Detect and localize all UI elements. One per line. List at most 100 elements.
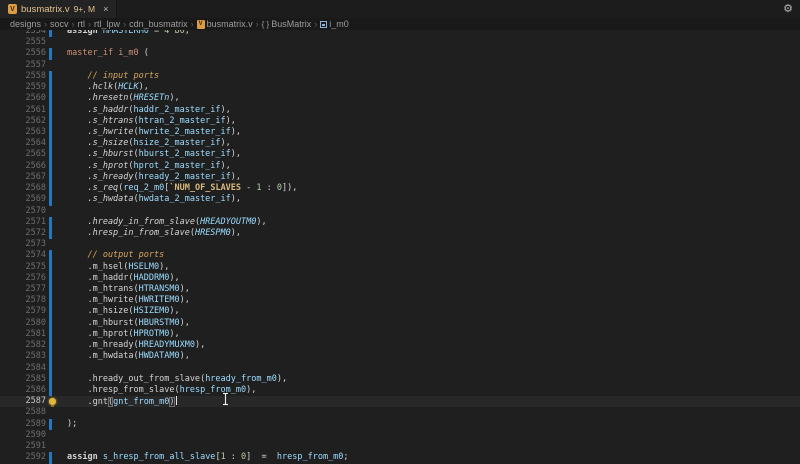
verilog-file-icon: V xyxy=(197,20,205,29)
code-line[interactable]: 2559.hclk(HCLK), xyxy=(0,82,800,93)
code-line[interactable]: 2563.s_hwrite(hwrite_2_master_if), xyxy=(0,127,800,138)
tab-label: busmatrix.v xyxy=(21,4,70,15)
code-line[interactable]: 2582.m_hready(HREADYMUXM0), xyxy=(0,340,800,351)
code-line[interactable]: 2566.s_hprot(hprot_2_master_if), xyxy=(0,161,800,172)
code-line[interactable]: 2590 xyxy=(0,430,800,441)
gutter-margin xyxy=(46,419,67,430)
breadcrumb-separator: › xyxy=(88,19,91,29)
code-line[interactable]: 2570 xyxy=(0,206,800,217)
code-line[interactable]: 2576.m_haddr(HADDRM0), xyxy=(0,273,800,284)
code-line[interactable]: 2562.s_htrans(htran_2_master_if), xyxy=(0,116,800,127)
code-line[interactable]: 2554assign HMASTERM0 = 4'b0; xyxy=(0,30,800,37)
line-number: 2587 xyxy=(0,396,46,407)
code-text: .s_hwdata(hwdata_2_master_if), xyxy=(67,194,241,205)
git-modified-indicator xyxy=(49,183,52,194)
code-line[interactable]: 2560.hresetn(HRESETn), xyxy=(0,93,800,104)
code-line[interactable]: 2584 xyxy=(0,363,800,374)
tab-dirty-decoration: 9+, M xyxy=(74,4,96,14)
code-line[interactable]: 2579.m_hsize(HSIZEM0), xyxy=(0,306,800,317)
git-modified-indicator xyxy=(49,250,52,261)
code-text: .s_req(req_2_m0[`NUM_OF_SLAVES - 1 : 0])… xyxy=(67,183,297,194)
code-line[interactable]: 2568.s_req(req_2_m0[`NUM_OF_SLAVES - 1 :… xyxy=(0,183,800,194)
line-number: 2581 xyxy=(0,329,46,340)
breadcrumb-item-cdn-busmatrix[interactable]: cdn_busmatrix xyxy=(129,19,188,29)
code-line[interactable]: 2556master_if i_m0 ( xyxy=(0,48,800,59)
git-modified-indicator xyxy=(49,329,52,340)
gear-icon[interactable]: ⚙ xyxy=(783,2,793,15)
code-line[interactable]: 2587.gnt(gnt_from_m0) xyxy=(0,396,800,407)
code-line[interactable]: 2577.m_htrans(HTRANSM0), xyxy=(0,284,800,295)
code-line[interactable]: 2592assign s_hresp_from_all_slave[1 : 0]… xyxy=(0,452,800,463)
line-number: 2586 xyxy=(0,385,46,396)
text-caret xyxy=(176,396,177,405)
verilog-file-icon: V xyxy=(8,4,17,14)
code-text: assign s_hresp_from_all_slave[1 : 0] = h… xyxy=(67,452,349,463)
breadcrumb-item-rtl[interactable]: rtl xyxy=(78,19,86,29)
code-text: .m_haddr(HADDRM0), xyxy=(67,273,180,284)
breadcrumb-label: rtl_lpw xyxy=(94,19,120,29)
breadcrumb-item-busmatrix[interactable]: { }BusMatrix xyxy=(262,19,312,29)
code-text: .s_hsize(hsize_2_master_if), xyxy=(67,138,231,149)
code-line[interactable]: 2583.m_hwdata(HWDATAM0), xyxy=(0,351,800,362)
code-lines: 2554assign HMASTERM0 = 4'b0;25552556mast… xyxy=(0,30,800,464)
line-number: 2562 xyxy=(0,116,46,127)
lightbulb-icon[interactable] xyxy=(49,398,56,405)
code-line[interactable]: 2561.s_haddr(haddr_2_master_if), xyxy=(0,105,800,116)
code-line[interactable]: 2557 xyxy=(0,60,800,71)
bracket-match: ) xyxy=(169,397,174,407)
code-line[interactable]: 2558// input ports xyxy=(0,71,800,82)
code-line[interactable]: 2578.m_hwrite(HWRITEM0), xyxy=(0,295,800,306)
code-line[interactable]: 2575.m_hsel(HSELM0), xyxy=(0,262,800,273)
code-line[interactable]: 2572.hresp_in_from_slave(HRESPM0), xyxy=(0,228,800,239)
code-line[interactable]: 2564.s_hsize(hsize_2_master_if), xyxy=(0,138,800,149)
line-number: 2558 xyxy=(0,71,46,82)
breadcrumb-label: socv xyxy=(50,19,69,29)
code-line[interactable]: 2591 xyxy=(0,441,800,452)
code-line[interactable]: 2574// output ports xyxy=(0,250,800,261)
breadcrumb-item-socv[interactable]: socv xyxy=(50,19,69,29)
close-icon[interactable]: × xyxy=(103,4,108,14)
gutter-margin xyxy=(46,284,67,295)
breadcrumb-item-rtl-lpw[interactable]: rtl_lpw xyxy=(94,19,120,29)
editor-tab-busmatrix[interactable]: V busmatrix.v 9+, M × xyxy=(0,0,117,18)
gutter-margin xyxy=(46,239,67,250)
git-modified-indicator xyxy=(49,82,52,93)
gutter-margin xyxy=(46,430,67,441)
git-modified-indicator xyxy=(49,385,52,396)
code-line[interactable]: 2567.s_hready(hready_2_master_if), xyxy=(0,172,800,183)
code-text: .hready_out_from_slave(hready_from_m0), xyxy=(67,374,287,385)
breadcrumb-item-designs[interactable]: designs xyxy=(10,19,41,29)
code-line[interactable]: 2588 xyxy=(0,407,800,418)
git-modified-indicator xyxy=(49,306,52,317)
code-line[interactable]: 2565.s_hburst(hburst_2_master_if), xyxy=(0,149,800,160)
line-number: 2574 xyxy=(0,250,46,261)
code-line[interactable]: 2580.m_hburst(HBURSTM0), xyxy=(0,318,800,329)
gutter-margin xyxy=(46,127,67,138)
line-number: 2589 xyxy=(0,419,46,430)
code-line[interactable]: 2573 xyxy=(0,239,800,250)
code-line[interactable]: 2555 xyxy=(0,37,800,48)
gutter-margin xyxy=(46,363,67,374)
code-line[interactable]: 2585.hready_out_from_slave(hready_from_m… xyxy=(0,374,800,385)
code-line[interactable]: 2581 .m_hprot(HPROTM0), xyxy=(0,329,800,340)
line-number: 2559 xyxy=(0,82,46,93)
gutter-margin xyxy=(46,60,67,71)
gutter-margin xyxy=(46,396,67,407)
gutter-margin xyxy=(46,30,67,37)
git-modified-indicator xyxy=(49,149,52,160)
breadcrumb-item-i-m0[interactable]: i_m0 xyxy=(320,19,349,29)
breadcrumb-separator: › xyxy=(256,19,259,29)
code-text: .hresp_from_slave(hresp_from_m0), xyxy=(67,385,256,396)
code-line[interactable]: 2569.s_hwdata(hwdata_2_master_if), xyxy=(0,194,800,205)
code-text: .m_hready(HREADYMUXM0), xyxy=(67,340,205,351)
line-number: 2572 xyxy=(0,228,46,239)
line-number: 2583 xyxy=(0,351,46,362)
code-text: .m_hprot(HPROTM0), xyxy=(67,329,180,340)
code-line[interactable]: 2589); xyxy=(0,419,800,430)
breadcrumb-separator: › xyxy=(191,19,194,29)
code-line[interactable]: 2586 .hresp_from_slave(hresp_from_m0), xyxy=(0,385,800,396)
git-modified-indicator xyxy=(49,363,52,374)
code-editor[interactable]: 2554assign HMASTERM0 = 4'b0;25552556mast… xyxy=(0,30,800,464)
breadcrumb-item-busmatrix-v[interactable]: Vbusmatrix.v xyxy=(197,19,253,29)
code-line[interactable]: 2571.hready_in_from_slave(HREADYOUTM0), xyxy=(0,217,800,228)
